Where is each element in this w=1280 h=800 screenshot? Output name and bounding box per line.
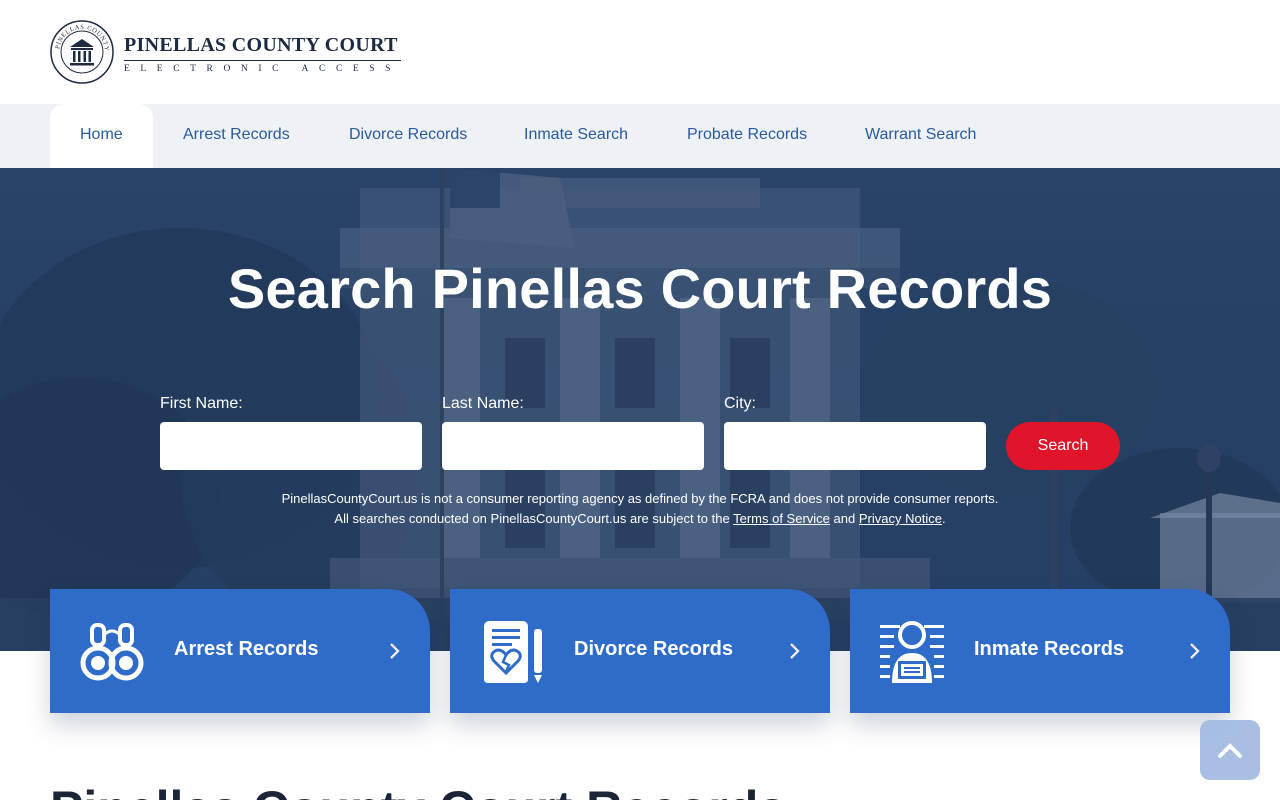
privacy-notice-link[interactable]: Privacy Notice xyxy=(859,511,942,526)
terms-of-service-link[interactable]: Terms of Service xyxy=(733,511,830,526)
hero-title: Search Pinellas Court Records xyxy=(227,257,1053,320)
last-name-input[interactable] xyxy=(442,422,704,470)
first-name-label: First Name: xyxy=(160,395,243,412)
logo-title: PINELLAS COUNTY COURT xyxy=(124,34,402,61)
search-button[interactable]: Search xyxy=(1006,422,1120,470)
card-divorce-records[interactable]: Divorce Records xyxy=(450,589,830,713)
nav-item-divorce-records[interactable]: Divorce Records xyxy=(349,104,467,168)
terms-disclaimer: All searches conducted on PinellasCounty… xyxy=(0,511,1280,526)
nav-item-inmate-search[interactable]: Inmate Search xyxy=(524,104,628,168)
card-divorce-records-label: Divorce Records xyxy=(574,638,733,660)
site-header: PINELLAS COUNTY COURT PINELLAS COUNTY CO… xyxy=(0,0,1280,104)
card-inmate-records-label: Inmate Records xyxy=(974,638,1125,660)
chevron-right-icon xyxy=(390,643,400,659)
main-nav: Home Arrest Records Divorce Records Inma… xyxy=(0,104,1280,168)
terms-disclaimer-text: All searches conducted on PinellasCounty… xyxy=(334,511,730,526)
inmate-icon xyxy=(880,621,944,683)
card-inmate-records[interactable]: Inmate Records xyxy=(850,589,1230,713)
court-seal-icon: PINELLAS COUNTY COURT xyxy=(50,20,114,84)
nav-item-home[interactable]: Home xyxy=(80,104,123,168)
nav-item-probate-records[interactable]: Probate Records xyxy=(687,104,807,168)
nav-left-edge xyxy=(0,104,50,168)
divorce-document-icon xyxy=(484,621,542,683)
terms-disclaimer-end: . xyxy=(941,511,946,526)
logo-subtitle: ELECTRONIC ACCESS xyxy=(124,64,402,74)
chevron-right-icon xyxy=(1190,643,1200,659)
city-label: City: xyxy=(724,395,756,412)
chevron-up-icon xyxy=(1218,743,1242,758)
card-arrest-records-label: Arrest Records xyxy=(174,638,319,660)
chevron-right-icon xyxy=(790,643,800,659)
hero-section: Search Pinellas Court Records First Name… xyxy=(0,168,1280,651)
site-logo[interactable]: PINELLAS COUNTY COURT PINELLAS COUNTY CO… xyxy=(50,20,402,84)
city-input[interactable] xyxy=(724,422,986,470)
back-to-top-button[interactable] xyxy=(1200,720,1260,780)
last-name-label: Last Name: xyxy=(442,395,524,412)
card-arrest-records[interactable]: Arrest Records xyxy=(50,589,430,713)
section-heading: Pinellas County Court Records xyxy=(50,780,786,800)
first-name-input[interactable] xyxy=(160,422,422,470)
nav-item-arrest-records[interactable]: Arrest Records xyxy=(183,104,290,168)
nav-item-warrant-search[interactable]: Warrant Search xyxy=(865,104,976,168)
handcuffs-icon xyxy=(80,623,144,681)
terms-disclaimer-and: and xyxy=(833,511,856,526)
fcra-disclaimer: PinellasCountyCourt.us is not a consumer… xyxy=(281,491,999,506)
